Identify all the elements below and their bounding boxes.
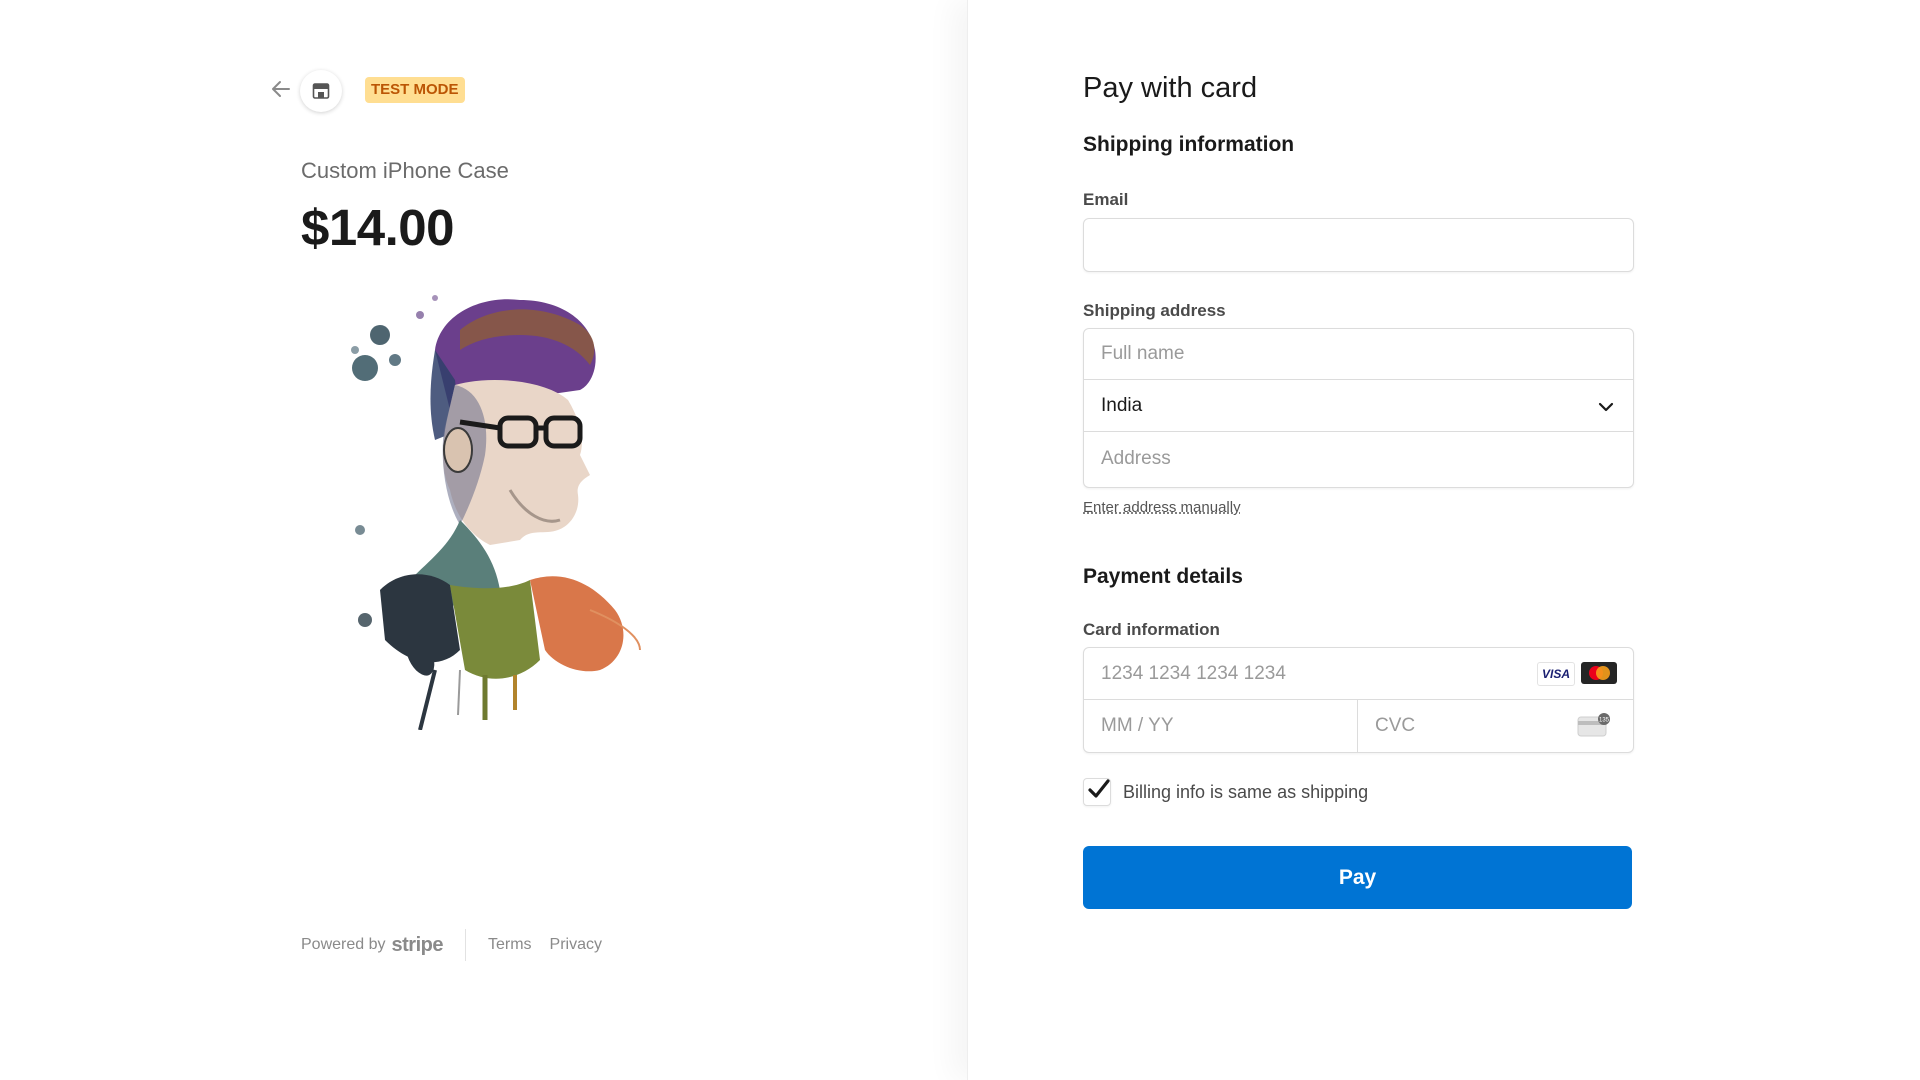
card-brand-icons: VISA <box>1537 662 1617 686</box>
pay-button[interactable]: Pay <box>1083 846 1632 909</box>
shipping-address-group: Full name India Address <box>1083 328 1634 488</box>
test-mode-badge: TEST MODE <box>365 77 465 103</box>
chevron-down-icon <box>1598 402 1614 412</box>
powered-by[interactable]: Powered by stripe <box>301 934 443 957</box>
stripe-logo: stripe <box>391 933 444 956</box>
shipping-address-label: Shipping address <box>1083 301 1226 320</box>
address-input[interactable]: Address <box>1084 433 1633 484</box>
privacy-link[interactable]: Privacy <box>550 936 602 954</box>
terms-link[interactable]: Terms <box>488 936 532 954</box>
store-icon-button[interactable] <box>300 70 342 112</box>
card-information-group: 1234 1234 1234 1234 VISA MM / YY CVC 135 <box>1083 647 1634 753</box>
mastercard-icon <box>1581 662 1617 684</box>
product-summary-pane: TEST MODE Custom iPhone Case $14.00 Powe… <box>0 0 967 1080</box>
billing-same-checkbox[interactable] <box>1083 778 1111 806</box>
checkout-footer: Powered by stripe Terms Privacy <box>301 928 620 962</box>
store-icon <box>312 83 330 99</box>
country-value: India <box>1101 395 1143 416</box>
cvc-placeholder: CVC <box>1375 715 1416 736</box>
email-label: Email <box>1083 190 1129 209</box>
expiry-placeholder: MM / YY <box>1101 715 1174 736</box>
cvc-input[interactable]: CVC 135 <box>1358 700 1633 752</box>
product-name: Custom iPhone Case <box>301 158 509 183</box>
card-row-2: MM / YY CVC 135 <box>1084 700 1633 752</box>
card-information-label: Card information <box>1083 620 1220 639</box>
billing-same-as-shipping-row: Billing info is same as shipping <box>1083 778 1368 806</box>
footer-divider <box>464 929 466 961</box>
email-field[interactable] <box>1083 218 1634 272</box>
country-select[interactable]: India <box>1084 381 1633 432</box>
full-name-placeholder: Full name <box>1101 343 1185 364</box>
billing-same-label: Billing info is same as shipping <box>1123 781 1369 802</box>
expiry-input[interactable]: MM / YY <box>1084 700 1358 752</box>
card-number-placeholder: 1234 1234 1234 1234 <box>1101 662 1286 684</box>
arrow-left-icon[interactable] <box>270 78 292 100</box>
shipping-section-title: Shipping information <box>1083 133 1295 156</box>
page-title: Pay with card <box>1083 72 1258 104</box>
check-icon <box>1088 779 1110 798</box>
full-name-input[interactable]: Full name <box>1084 329 1633 380</box>
visa-icon: VISA <box>1537 662 1575 686</box>
enter-address-manually-link[interactable]: Enter address manually <box>1083 499 1241 516</box>
card-number-input[interactable]: 1234 1234 1234 1234 VISA <box>1084 648 1633 700</box>
svg-text:135: 135 <box>1599 718 1610 724</box>
payment-form-pane: Pay with card Shipping information Email… <box>967 0 1920 1080</box>
powered-by-label: Powered by <box>301 936 386 953</box>
product-image <box>351 295 641 730</box>
product-price: $14.00 <box>301 199 455 256</box>
payment-section-title: Payment details <box>1083 565 1243 588</box>
address-placeholder: Address <box>1101 447 1171 469</box>
cvc-card-icon: 135 <box>1577 713 1610 737</box>
